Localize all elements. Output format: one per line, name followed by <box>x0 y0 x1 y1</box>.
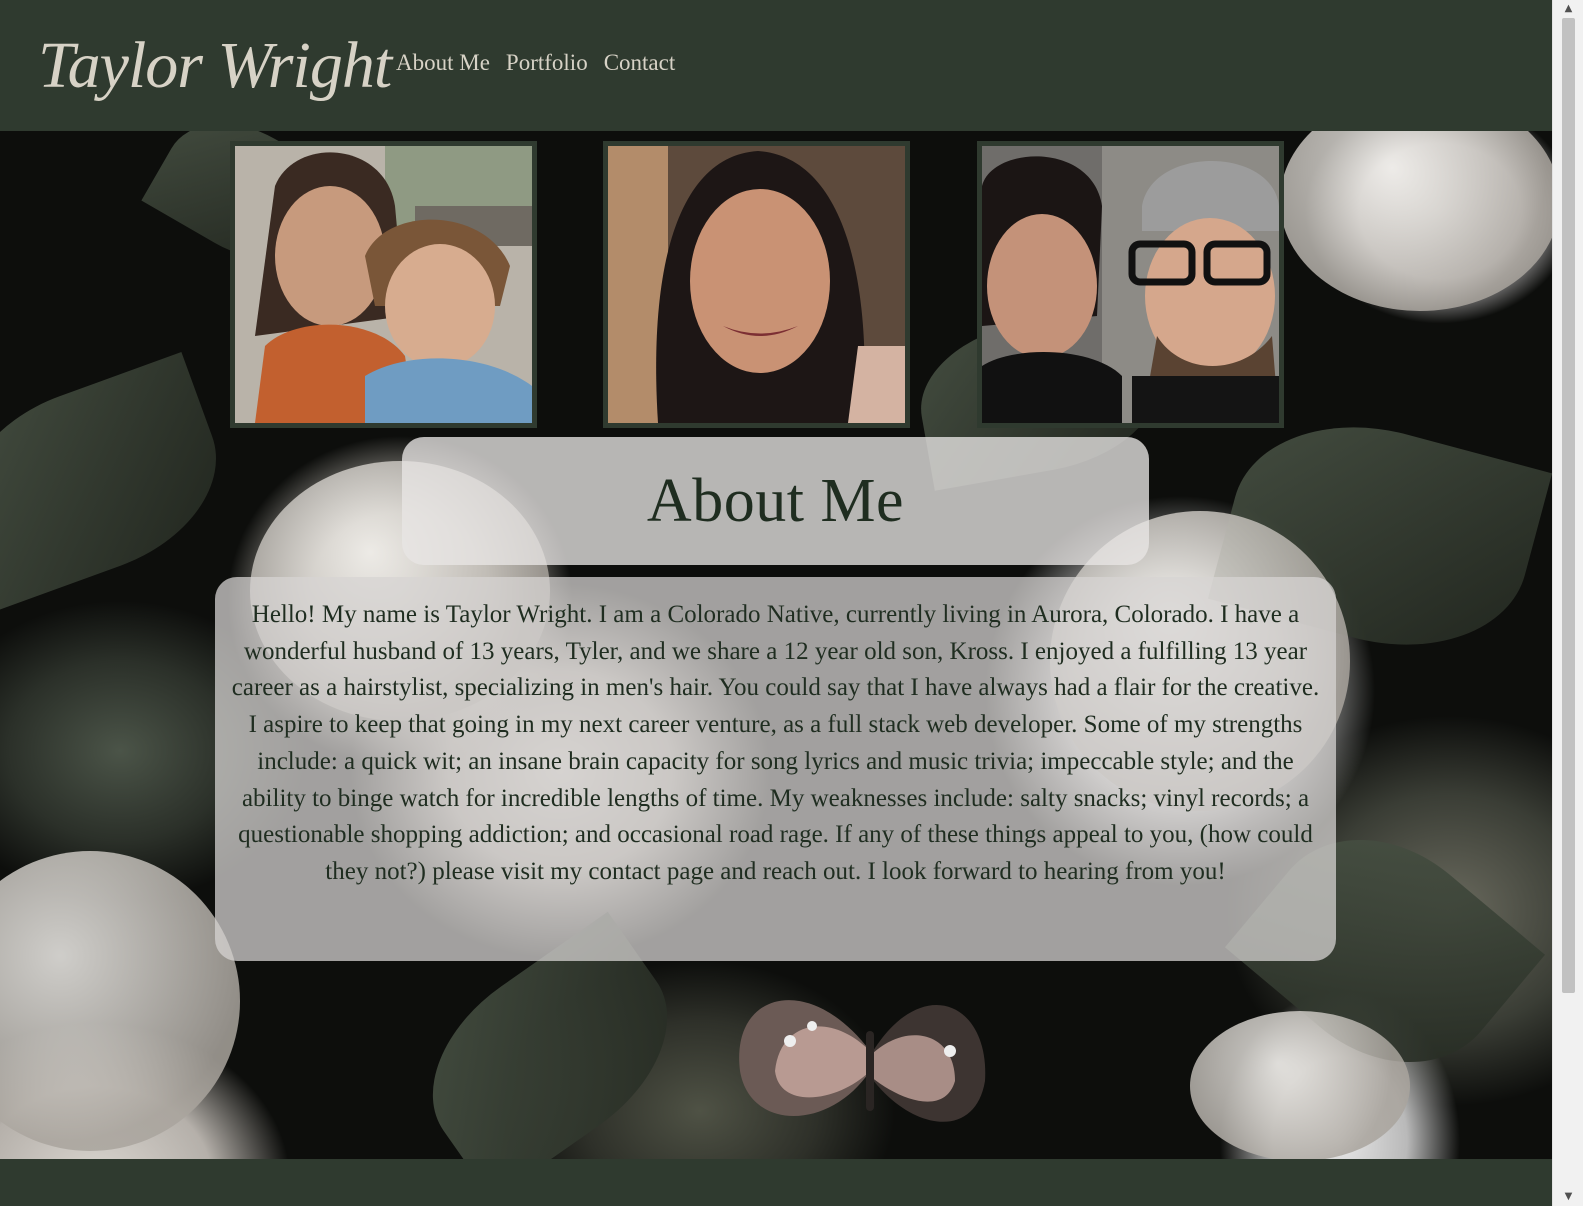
couple-photo <box>977 141 1284 428</box>
about-heading-panel: About Me <box>402 437 1149 565</box>
flower-decoration <box>1190 1011 1410 1159</box>
portrait-photo <box>603 141 910 428</box>
bio-text: Hello! My name is Taylor Wright. I am a … <box>231 601 1320 885</box>
nav-link-about[interactable]: About Me <box>396 50 490 76</box>
site-header: Taylor Wright About Me Portfolio Contact <box>0 0 1552 131</box>
family-photo-mother-son <box>230 141 537 428</box>
site-footer <box>0 1159 1552 1206</box>
butterfly-decoration <box>739 1000 986 1122</box>
scroll-down-icon[interactable]: ▼ <box>1553 1188 1583 1206</box>
nav-link-contact[interactable]: Contact <box>604 50 676 76</box>
flower-decoration <box>0 851 240 1151</box>
scrollbar-thumb[interactable] <box>1562 18 1575 993</box>
nav-link-portfolio[interactable]: Portfolio <box>506 50 588 76</box>
vertical-scrollbar[interactable]: ▲ ▼ <box>1552 0 1583 1206</box>
leaf-decoration <box>0 351 243 611</box>
main-nav: About Me Portfolio Contact <box>396 50 675 76</box>
bio-panel: Hello! My name is Taylor Wright. I am a … <box>215 577 1336 961</box>
scroll-up-icon[interactable]: ▲ <box>1553 0 1583 18</box>
flower-decoration <box>1280 131 1552 311</box>
site-brand[interactable]: Taylor Wright <box>38 28 392 104</box>
page-title: About Me <box>646 466 905 535</box>
